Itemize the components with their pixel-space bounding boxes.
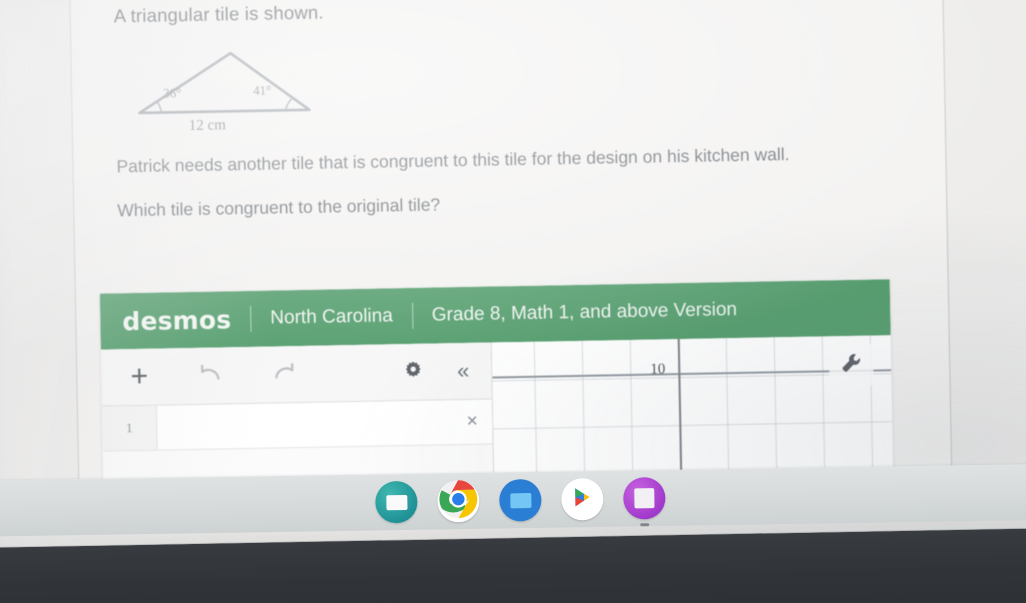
chevron-double-left-icon: « <box>456 357 470 384</box>
shelf-item-desmos-test-app[interactable] <box>375 480 418 524</box>
shelf-item-play-store[interactable] <box>561 477 604 521</box>
collapse-panel-button[interactable]: « <box>441 349 486 394</box>
undo-button[interactable] <box>189 353 234 398</box>
graph-canvas[interactable]: 10 <box>491 335 894 477</box>
version-label: Grade 8, Math 1, and above Version <box>431 299 738 326</box>
redo-button[interactable] <box>261 352 306 397</box>
media-app-active-indicator <box>640 523 650 527</box>
desmos-test-app-icon <box>385 494 408 510</box>
files-icon <box>509 492 531 508</box>
triangle-figure: 36° 41° 12 cm <box>124 36 386 151</box>
chrome-icon <box>438 479 479 523</box>
screenshot-root: A triangular tile is shown. 36° 41° 12 c… <box>0 0 1026 603</box>
play-store-icon <box>571 486 593 513</box>
graph-tools-button[interactable] <box>828 343 874 387</box>
desmos-body: + « 1 × 10 <box>100 335 894 484</box>
wrench-icon <box>840 351 862 378</box>
shelf-item-chrome[interactable] <box>437 479 480 523</box>
state-label: North Carolina <box>270 305 394 329</box>
media-app-icon <box>634 488 655 509</box>
angle-label-right: 41° <box>252 82 272 98</box>
redo-icon <box>270 362 296 387</box>
settings-button[interactable] <box>391 350 436 395</box>
side-label-base: 12 cm <box>188 117 226 135</box>
add-expression-button[interactable]: + <box>117 355 162 400</box>
question-title: A triangular tile is shown. <box>113 1 324 27</box>
header-divider-1 <box>250 305 252 332</box>
header-divider-2 <box>411 302 414 329</box>
gear-icon <box>403 359 423 384</box>
question-content: A triangular tile is shown. 36° 41° 12 c… <box>114 0 908 221</box>
expression-toolbar: + « <box>100 342 492 407</box>
expression-input[interactable] <box>157 400 453 449</box>
desmos-logo: desmos <box>122 304 232 336</box>
shelf-item-files[interactable] <box>499 478 542 522</box>
shelf-item-media-app[interactable] <box>623 476 666 527</box>
delete-expression-icon[interactable]: × <box>452 411 492 434</box>
y-axis-tick-label: 10 <box>650 361 666 378</box>
plus-icon: + <box>130 359 149 394</box>
expression-row[interactable]: 1 × <box>101 399 493 452</box>
undo-icon <box>198 363 224 388</box>
expression-index: 1 <box>101 405 158 451</box>
angle-label-left: 36° <box>163 85 182 101</box>
desmos-window: desmos North Carolina Grade 8, Math 1, a… <box>99 279 894 484</box>
expression-panel: + « 1 × <box>100 342 495 484</box>
